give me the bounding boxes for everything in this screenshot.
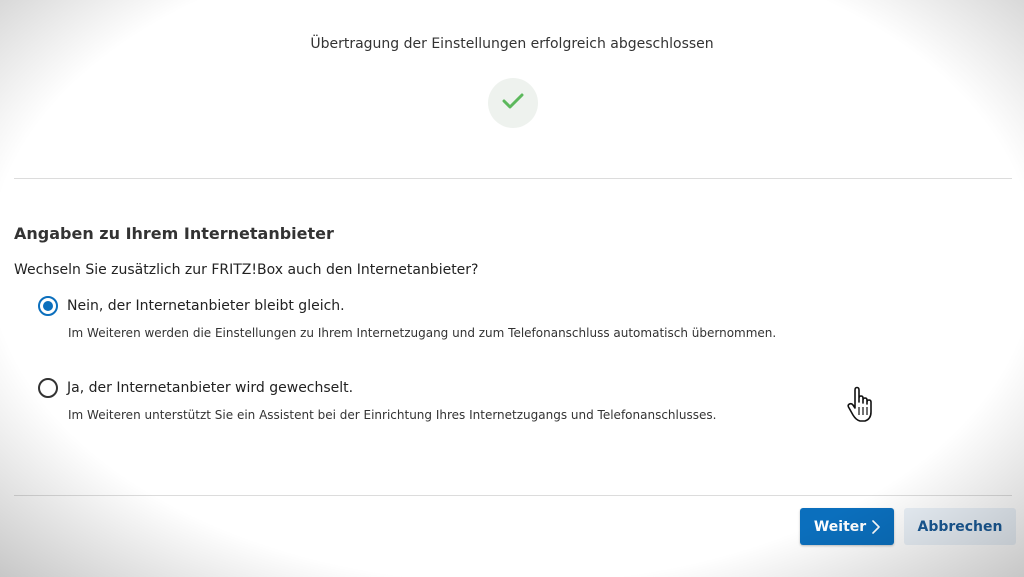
radio-button-change-provider[interactable] — [38, 378, 58, 398]
fritzbox-setup-page: Übertragung der Einstellungen erfolgreic… — [0, 0, 1024, 577]
radio-option-change-provider[interactable]: Ja, der Internetanbieter wird gewechselt… — [38, 378, 353, 398]
success-badge — [488, 78, 538, 128]
next-button[interactable]: Weiter — [800, 508, 894, 545]
next-button-label: Weiter — [813, 518, 867, 535]
option-label-keep-provider[interactable]: Nein, der Internetanbieter bleibt gleich… — [67, 298, 345, 314]
provider-question: Wechseln Sie zusätzlich zur FRITZ!Box au… — [14, 262, 479, 278]
section-title: Angaben zu Ihrem Internetanbieter — [14, 224, 334, 243]
divider-top — [14, 178, 1012, 179]
cancel-button[interactable]: Abbrechen — [904, 508, 1016, 545]
option-description-keep-provider: Im Weiteren werden die Einstellungen zu … — [68, 326, 777, 340]
cancel-button-label: Abbrechen — [917, 518, 1003, 535]
success-title: Übertragung der Einstellungen erfolgreic… — [310, 36, 714, 52]
option-description-change-provider: Im Weiteren unterstützt Sie ein Assisten… — [68, 408, 717, 422]
radio-button-keep-provider[interactable] — [38, 296, 58, 316]
chevron-right-icon — [872, 519, 880, 534]
option-label-change-provider[interactable]: Ja, der Internetanbieter wird gewechselt… — [67, 380, 353, 396]
radio-option-keep-provider[interactable]: Nein, der Internetanbieter bleibt gleich… — [38, 296, 345, 316]
radio-dot — [43, 301, 53, 311]
hand-cursor-icon — [846, 386, 876, 428]
divider-bottom — [14, 495, 1012, 496]
check-icon — [502, 92, 524, 114]
